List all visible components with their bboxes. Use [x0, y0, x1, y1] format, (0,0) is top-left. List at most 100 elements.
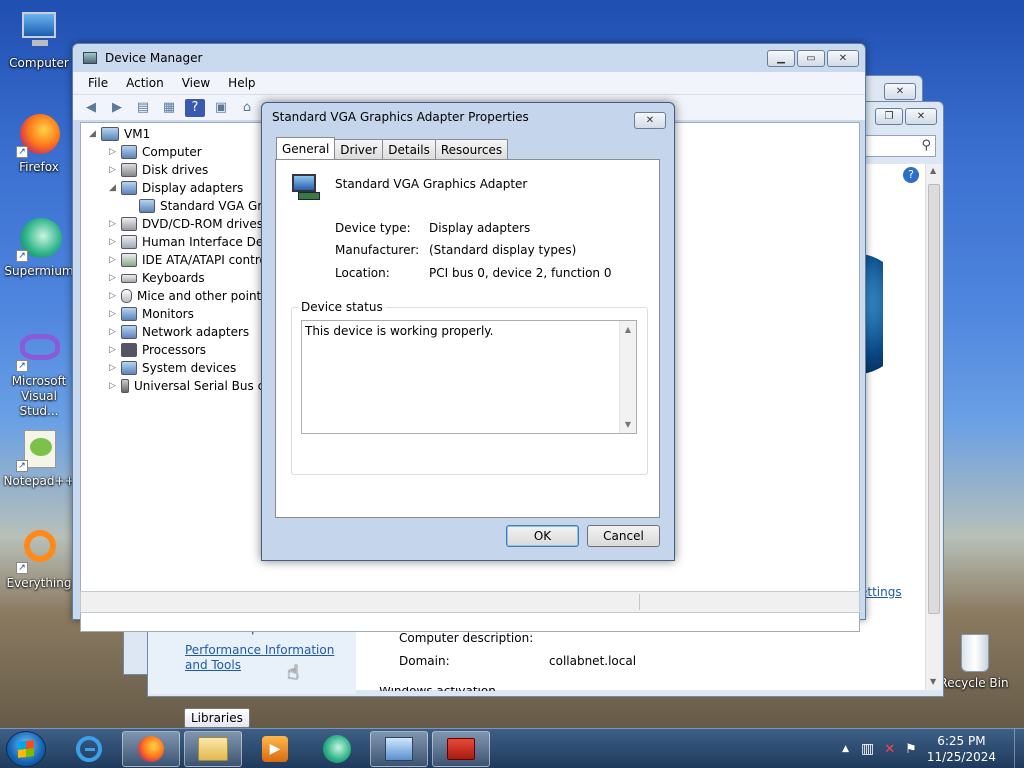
help-book-icon[interactable]: ? — [185, 98, 205, 117]
tab-details[interactable]: Details — [382, 139, 436, 159]
vertical-scrollbar[interactable]: ▲ ▼ — [925, 164, 942, 690]
menu-help[interactable]: Help — [219, 76, 264, 90]
restore-icon[interactable]: ❐ — [875, 108, 903, 125]
taskbar-supermium[interactable] — [308, 731, 366, 767]
scroll-up-icon[interactable]: ▲ — [620, 325, 636, 334]
desktop-icon-supermium[interactable]: ↗ Supermium — [3, 216, 75, 279]
tree-item-hid[interactable]: ▷ Human Interface Devic — [109, 233, 280, 251]
cancel-button[interactable]: Cancel — [587, 525, 660, 547]
scroll-thumb[interactable] — [928, 184, 940, 614]
desktop-icon-firefox[interactable]: ↗ Firefox — [3, 112, 75, 175]
device-status-label: Device status — [298, 300, 386, 314]
device-type-label: Device type: — [335, 221, 411, 235]
tree-item-keyboards[interactable]: ▷ Keyboards — [109, 269, 205, 287]
tree-item-display-adapters[interactable]: ◢ Display adapters — [109, 179, 243, 197]
close-icon[interactable]: ✕ — [884, 83, 916, 100]
change-settings-link[interactable]: ettings — [860, 585, 902, 599]
tree-root[interactable]: ◢ VM1 — [89, 125, 150, 143]
manufacturer-label: Manufacturer: — [335, 243, 420, 257]
volume-muted-icon[interactable]: ✕ — [884, 742, 895, 757]
tab-driver[interactable]: Driver — [334, 139, 384, 159]
desktop-icon-label: Everything — [6, 576, 72, 590]
device-manager-titlebar[interactable]: Device Manager — [73, 44, 865, 72]
tree-item-monitors[interactable]: ▷ Monitors — [109, 305, 194, 323]
properties-icon[interactable]: ▦ — [159, 99, 179, 117]
tree-item-system-devices[interactable]: ▷ System devices — [109, 359, 236, 377]
start-button[interactable] — [6, 731, 46, 767]
tab-general[interactable]: General — [276, 137, 336, 159]
close-icon[interactable]: ✕ — [827, 50, 859, 67]
expand-arrow-icon[interactable]: ▷ — [109, 381, 121, 391]
scroll-up-icon[interactable]: ▲ — [930, 166, 936, 175]
minimize-icon[interactable]: ▁ — [767, 50, 795, 67]
show-hidden-icons-icon[interactable]: ▲ — [842, 744, 849, 754]
expand-arrow-icon[interactable]: ▷ — [109, 291, 121, 301]
expand-arrow-icon[interactable]: ▷ — [109, 345, 121, 355]
scroll-down-icon[interactable]: ▼ — [930, 677, 936, 686]
desktop-icon-notepadpp[interactable]: ↗ Notepad++ — [3, 426, 75, 489]
clock[interactable]: 6:25 PM 11/25/2024 — [927, 733, 996, 765]
tree-item-disk-drives[interactable]: ▷ Disk drives — [109, 161, 208, 179]
expand-arrow-icon[interactable]: ▷ — [109, 273, 121, 283]
forward-arrow-icon[interactable]: ▶ — [107, 99, 127, 117]
tree-item-computer[interactable]: ▷ Computer — [109, 143, 202, 161]
collapse-arrow-icon[interactable]: ◢ — [89, 129, 101, 139]
taskbar-internet-explorer[interactable] — [60, 731, 118, 767]
performance-info-link[interactable]: Performance Information and Tools — [185, 643, 355, 673]
properties-dialog[interactable]: Standard VGA Graphics Adapter Properties… — [261, 102, 675, 561]
ok-button[interactable]: OK — [506, 525, 579, 547]
search-icon[interactable]: ⚲ — [921, 138, 931, 153]
tree-item-label: Network adapters — [142, 325, 250, 339]
expand-arrow-icon[interactable]: ▷ — [109, 255, 121, 265]
computer-icon — [16, 8, 62, 54]
network-icon[interactable]: ▥ — [861, 741, 874, 757]
menu-view[interactable]: View — [173, 76, 219, 90]
tree-item-processors[interactable]: ▷ Processors — [109, 341, 206, 359]
tab-resources[interactable]: Resources — [434, 139, 509, 159]
close-icon[interactable]: ✕ — [634, 112, 666, 129]
shortcut-arrow-icon: ↗ — [16, 460, 28, 472]
tree-item-ide[interactable]: ▷ IDE ATA/ATAPI contro — [109, 251, 267, 269]
scan-hardware-icon[interactable]: ⌂ — [237, 99, 257, 117]
desktop-icon-computer[interactable]: Computer — [3, 8, 75, 71]
show-desktop-button[interactable] — [1014, 729, 1024, 768]
back-arrow-icon[interactable]: ◀ — [81, 99, 101, 117]
internet-explorer-icon — [76, 736, 102, 762]
taskbar-control-panel[interactable] — [370, 731, 428, 767]
tree-item-usb[interactable]: ▷ Universal Serial Bus co — [109, 377, 272, 395]
desktop-icon-visual-studio[interactable]: ↗ Microsoft Visual Stud... — [3, 326, 75, 419]
action-center-icon[interactable]: ⚑ — [905, 742, 917, 757]
expand-arrow-icon[interactable]: ▷ — [109, 237, 121, 247]
expand-arrow-icon[interactable]: ▷ — [109, 363, 121, 373]
dialog-titlebar[interactable]: Standard VGA Graphics Adapter Properties — [262, 103, 674, 131]
taskbar-firefox[interactable] — [122, 731, 180, 767]
scroll-down-icon[interactable]: ▼ — [620, 420, 636, 429]
status-scrollbar[interactable]: ▲ ▼ — [619, 321, 636, 433]
recycle-bin-icon — [951, 630, 997, 674]
expand-arrow-icon[interactable]: ▷ — [109, 309, 121, 319]
tree-item-mice[interactable]: ▷ Mice and other pointin — [109, 287, 272, 305]
expand-arrow-icon[interactable]: ▷ — [109, 147, 121, 157]
taskbar-media-player[interactable]: ▶ — [246, 731, 304, 767]
mouse-icon — [121, 289, 132, 303]
menu-action[interactable]: Action — [117, 76, 173, 90]
tree-item-dvd-cdrom[interactable]: ▷ DVD/CD-ROM drives — [109, 215, 263, 233]
expand-arrow-icon[interactable]: ▷ — [109, 327, 121, 337]
show-hide-tree-icon[interactable]: ▤ — [133, 99, 153, 117]
expand-arrow-icon[interactable]: ▷ — [109, 219, 121, 229]
notepadpp-icon: ↗ — [16, 426, 62, 472]
desktop-icon-everything[interactable]: ↗ Everything — [3, 528, 75, 591]
close-icon[interactable]: ✕ — [905, 108, 937, 125]
help-icon[interactable]: ? — [903, 167, 919, 183]
device-status-text[interactable]: This device is working properly. ▲ ▼ — [301, 320, 637, 434]
tree-item-network-adapters[interactable]: ▷ Network adapters — [109, 323, 249, 341]
desktop-icon-recycle-bin[interactable]: Recycle Bin — [938, 630, 1010, 691]
action-pane-icon[interactable]: ▣ — [211, 99, 231, 117]
taskbar-device-manager[interactable] — [432, 731, 490, 767]
collapse-arrow-icon[interactable]: ◢ — [109, 183, 121, 193]
maximize-icon[interactable]: ▭ — [797, 50, 825, 67]
menu-file[interactable]: File — [79, 76, 117, 90]
taskbar-libraries[interactable] — [184, 731, 242, 767]
expand-arrow-icon[interactable]: ▷ — [109, 165, 121, 175]
tree-item-standard-vga[interactable]: Standard VGA Grap — [139, 197, 277, 215]
